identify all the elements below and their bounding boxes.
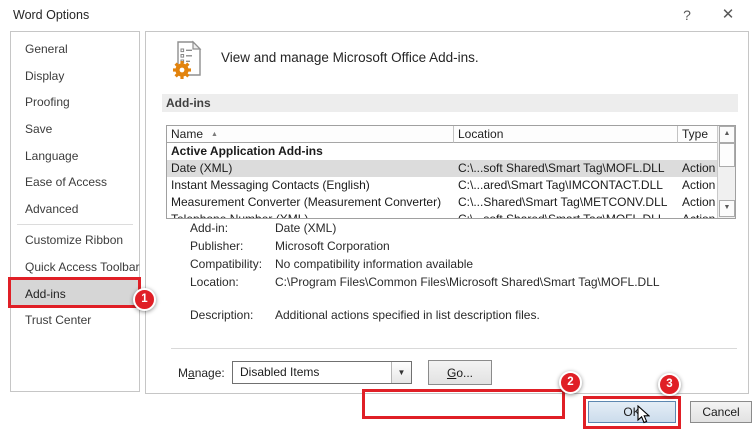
- cell-name: Instant Messaging Contacts (English): [171, 178, 370, 192]
- sidebar: General Display Proofing Save Language Ease o…: [10, 31, 140, 392]
- sidebar-item-save[interactable]: Save: [11, 116, 139, 143]
- table-row[interactable]: Telephone Number (XML) C:\...soft Shared\…: [167, 211, 720, 219]
- annotation-badge-3: 3: [658, 373, 681, 396]
- cell-name: Telephone Number (XML): [171, 212, 309, 219]
- divider: [171, 348, 737, 349]
- addins-page-icon: [170, 40, 208, 85]
- sidebar-item-language[interactable]: Language: [11, 142, 139, 169]
- detail-label: Location:: [190, 275, 239, 289]
- detail-value: Additional actions specified in list des…: [275, 308, 540, 322]
- annotation-badge-1: 1: [133, 288, 156, 311]
- cell-loc: C:\...soft Shared\Smart Tag\MOFL.DLL: [458, 212, 665, 219]
- page-title: View and manage Microsoft Office Add-ins…: [221, 50, 479, 65]
- sidebar-item-advanced[interactable]: Advanced: [11, 196, 139, 223]
- table-scrollbar[interactable]: ▲ ▼: [717, 126, 735, 218]
- column-header-name[interactable]: Name ▲: [167, 126, 454, 143]
- detail-label: Publisher:: [190, 239, 244, 253]
- cell-loc: C:\...soft Shared\Smart Tag\MOFL.DLL: [458, 161, 665, 175]
- table-row[interactable]: Measurement Converter (Measurement Conve…: [167, 194, 720, 211]
- cell-name: Date (XML): [171, 161, 233, 175]
- annotation-badge-2: 2: [559, 371, 582, 394]
- cell-type: Action: [682, 178, 716, 192]
- detail-value: C:\Program Files\Common Files\Microsoft …: [275, 275, 660, 289]
- detail-label: Description:: [190, 308, 254, 322]
- sidebar-divider: [17, 224, 133, 226]
- detail-value: Microsoft Corporation: [275, 239, 390, 253]
- go-button[interactable]: Go...: [428, 360, 492, 385]
- detail-value: No compatibility information available: [275, 257, 474, 271]
- manage-dropdown-value: Disabled Items: [240, 365, 320, 379]
- cell-type: Action: [682, 195, 716, 209]
- detail-label: Add-in:: [190, 221, 229, 235]
- dialog-title: Word Options: [13, 8, 90, 22]
- detail-row-description: Description: Additional actions specified…: [190, 308, 540, 322]
- annotation-rect-manage: [362, 389, 565, 419]
- sidebar-item-general[interactable]: General: [11, 36, 139, 63]
- sidebar-item-proofing[interactable]: Proofing: [11, 89, 139, 116]
- table-header-row: Name ▲ Location Type: [167, 126, 720, 143]
- cell-loc: C:\...Shared\Smart Tag\METCONV.DLL: [458, 195, 668, 209]
- sidebar-item-ease-of-access[interactable]: Ease of Access: [11, 169, 139, 196]
- addins-page: View and manage Microsoft Office Add-ins…: [145, 31, 749, 419]
- chevron-down-icon[interactable]: ▼: [391, 362, 411, 383]
- detail-row-location: Location: C:\Program Files\Common Files\M…: [190, 275, 660, 289]
- scroll-up-icon[interactable]: ▲: [719, 126, 735, 143]
- cell-loc: C:\...ared\Smart Tag\IMCONTACT.DLL: [458, 178, 663, 192]
- detail-row-compatibility: Compatibility: No compatibility informati…: [190, 257, 473, 271]
- column-header-type[interactable]: Type: [678, 126, 720, 143]
- table-row[interactable]: Instant Messaging Contacts (English) C:\.…: [167, 177, 720, 194]
- sidebar-item-trust-center[interactable]: Trust Center: [11, 307, 139, 334]
- manage-label: Manage:: [178, 366, 225, 380]
- addins-table: Name ▲ Location Type Active Application A…: [166, 125, 736, 219]
- table-row[interactable]: Date (XML) C:\...soft Shared\Smart Tag\MO…: [167, 160, 720, 177]
- scroll-down-icon[interactable]: ▼: [719, 200, 735, 217]
- table-group-header: Active Application Add-ins: [171, 144, 323, 158]
- cancel-button[interactable]: Cancel: [690, 401, 752, 423]
- cell-name: Measurement Converter (Measurement Conve…: [171, 195, 442, 209]
- sidebar-item-customize-ribbon[interactable]: Customize Ribbon: [11, 227, 139, 254]
- sidebar-item-display[interactable]: Display: [11, 63, 139, 90]
- cell-type: Action: [682, 212, 716, 219]
- scrollbar-thumb[interactable]: [719, 143, 735, 167]
- gear-icon: [173, 61, 191, 79]
- annotation-rect-addins: [8, 277, 141, 308]
- detail-row-publisher: Publisher: Microsoft Corporation: [190, 239, 390, 253]
- annotation-rect-ok: [583, 396, 681, 429]
- close-icon[interactable]: ✕: [717, 5, 739, 25]
- help-icon[interactable]: ?: [676, 5, 698, 25]
- mouse-cursor-icon: [637, 404, 651, 429]
- sort-ascending-icon: ▲: [211, 131, 218, 138]
- addins-section-header: Add-ins: [162, 94, 738, 112]
- column-header-location[interactable]: Location: [454, 126, 678, 143]
- cell-type: Action: [682, 161, 716, 175]
- detail-label: Compatibility:: [190, 257, 263, 271]
- detail-row-add-in: Add-in: Date (XML): [190, 221, 336, 235]
- manage-dropdown[interactable]: Disabled Items ▼: [232, 361, 412, 384]
- detail-value: Date (XML): [275, 221, 337, 235]
